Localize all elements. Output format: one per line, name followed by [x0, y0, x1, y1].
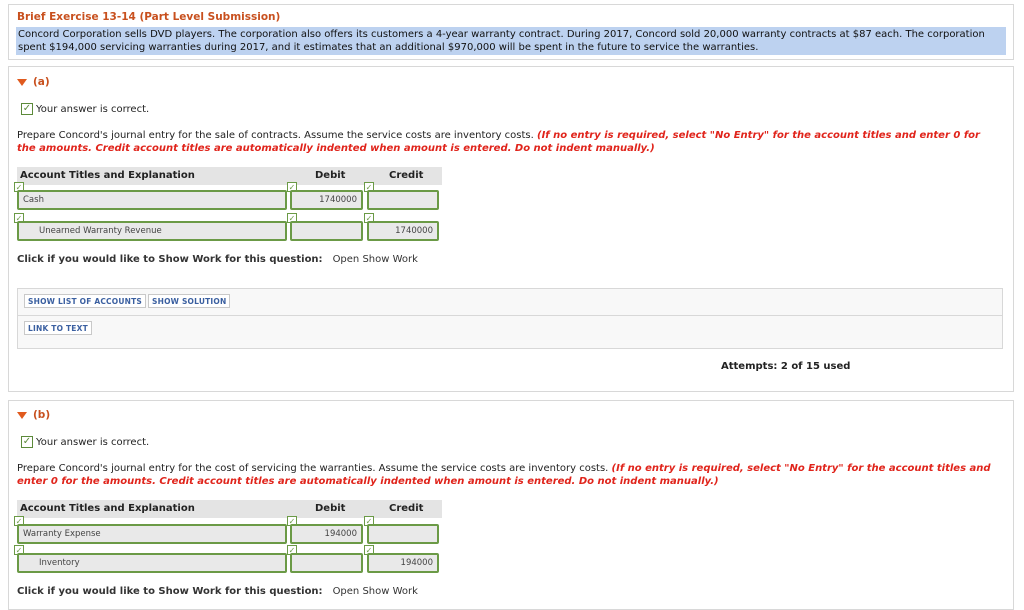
credit-field[interactable]: 1740000	[367, 221, 439, 241]
account-field[interactable]: Unearned Warranty Revenue	[17, 221, 287, 241]
debit-field[interactable]	[290, 221, 363, 241]
part-b-label: (b)	[33, 409, 51, 421]
part-a-correct-text: Your answer is correct.	[36, 103, 150, 115]
credit-field[interactable]: 194000	[367, 553, 439, 573]
show-solution-button[interactable]: SHOW SOLUTION	[148, 294, 231, 308]
part-b-prompt-text: Prepare Concord's journal entry for the …	[17, 463, 609, 474]
part-b-toggle[interactable]: (b)	[17, 409, 50, 421]
exercise-description: Concord Corporation sells DVD players. T…	[16, 27, 1006, 55]
part-a-toggle[interactable]: (a)	[17, 76, 50, 88]
debit-field[interactable]: 194000	[290, 524, 363, 544]
attempts-counter: Attempts: 2 of 15 used	[721, 361, 851, 372]
part-a-table-header: Account Titles and Explanation Debit Cre…	[17, 167, 442, 185]
credit-column-header: Credit	[389, 503, 424, 514]
part-b-correct-status: ✓ Your answer is correct.	[21, 436, 149, 448]
exercise-title: Brief Exercise 13-14 (Part Level Submiss…	[17, 11, 281, 23]
part-b-show-work: Click if you would like to Show Work for…	[17, 586, 418, 597]
credit-field[interactable]	[367, 190, 439, 210]
account-column-header: Account Titles and Explanation	[20, 503, 195, 514]
open-show-work-link[interactable]: Open Show Work	[333, 586, 418, 597]
debit-field[interactable]	[290, 553, 363, 573]
part-b-prompt: Prepare Concord's journal entry for the …	[17, 463, 1002, 488]
debit-column-header: Debit	[315, 170, 346, 181]
show-work-label: Click if you would like to Show Work for…	[17, 254, 323, 265]
tools-divider	[18, 315, 1002, 316]
part-a-prompt-text: Prepare Concord's journal entry for the …	[17, 130, 534, 141]
part-b-correct-text: Your answer is correct.	[36, 436, 150, 448]
show-list-of-accounts-button[interactable]: SHOW LIST OF ACCOUNTS	[24, 294, 147, 308]
show-work-label: Click if you would like to Show Work for…	[17, 586, 323, 597]
part-a-prompt: Prepare Concord's journal entry for the …	[17, 130, 1002, 155]
triangle-down-icon	[17, 78, 27, 86]
part-b-table-header: Account Titles and Explanation Debit Cre…	[17, 500, 442, 518]
account-field[interactable]: Warranty Expense	[17, 524, 287, 544]
account-column-header: Account Titles and Explanation	[20, 170, 195, 181]
account-field[interactable]: Inventory	[17, 553, 287, 573]
part-a-correct-status: ✓ Your answer is correct.	[21, 103, 149, 115]
account-field[interactable]: Cash	[17, 190, 287, 210]
debit-column-header: Debit	[315, 503, 346, 514]
checkmark-icon: ✓	[21, 103, 33, 115]
credit-field[interactable]	[367, 524, 439, 544]
triangle-down-icon	[17, 411, 27, 419]
debit-field[interactable]: 1740000	[290, 190, 363, 210]
checkmark-icon: ✓	[21, 436, 33, 448]
credit-column-header: Credit	[389, 170, 424, 181]
part-a-show-work: Click if you would like to Show Work for…	[17, 254, 418, 265]
part-a-label: (a)	[33, 76, 50, 88]
open-show-work-link[interactable]: Open Show Work	[333, 254, 418, 265]
link-to-text-button[interactable]: LINK TO TEXT	[24, 321, 92, 335]
